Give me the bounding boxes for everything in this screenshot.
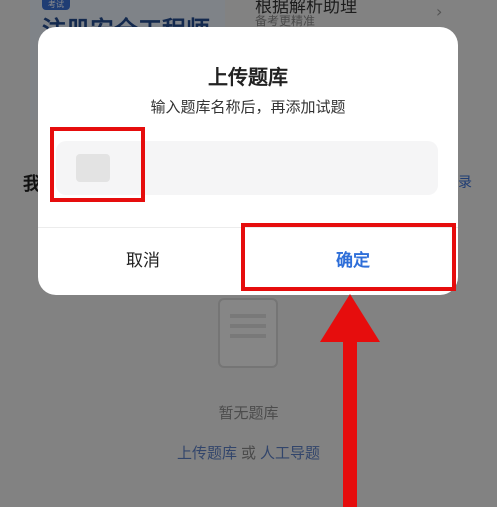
- confirm-highlight-box: [241, 223, 456, 291]
- dialog-subtitle: 输入题库名称后，再添加试题: [150, 98, 346, 116]
- arrow-shaft: [343, 335, 357, 507]
- cancel-button[interactable]: 取消: [38, 228, 248, 295]
- dialog-title: 上传题库: [208, 65, 288, 89]
- input-highlight-box: [50, 127, 145, 202]
